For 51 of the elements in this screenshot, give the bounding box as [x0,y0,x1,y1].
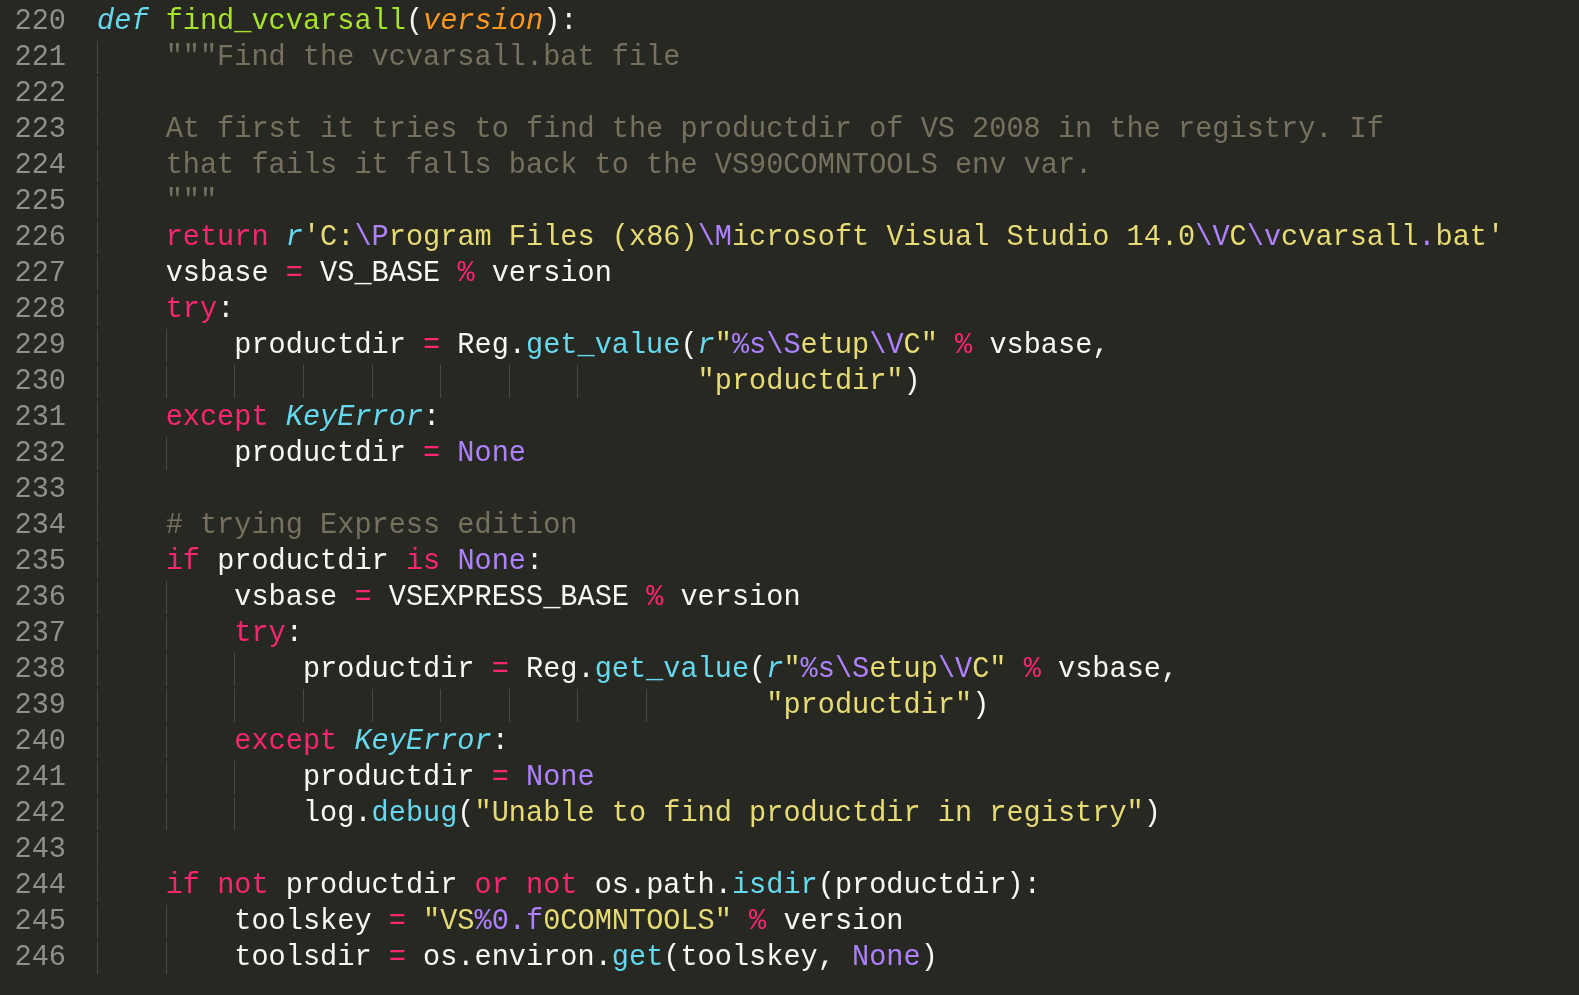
code-line: except KeyError: [97,400,441,436]
line-number: 242 [13,796,66,832]
line-number: 224 [13,148,66,184]
line-number: 223 [13,112,66,148]
line-number: 236 [13,580,66,616]
code-line: productdir = Reg.get_value(r"%s\Setup\VC" % vsbase, [97,328,1110,364]
code-line: vsbase = VSEXPRESS_BASE % version [97,580,801,616]
line-number: 232 [13,436,66,472]
code-line: "productdir") [97,688,990,724]
code-line: if not productdir or not os.path.isdir(productdir): [97,868,1041,904]
code-line: try: [97,616,303,652]
line-number: 227 [13,256,66,292]
code-line: productdir = None [97,760,595,796]
line-number: 225 [13,184,66,220]
code-line: log.debug("Unable to find productdir in registry") [97,796,1161,832]
code-line: except KeyError: [97,724,509,760]
code-line: toolskey = "VS%0.f0COMNTOOLS" % version [97,904,904,940]
code-line: if productdir is None: [97,544,544,580]
code-line: try: [97,292,235,328]
code-line: productdir = Reg.get_value(r"%s\Setup\VC" % vsbase, [97,652,1179,688]
line-number: 221 [13,40,66,76]
code-line: """ [97,184,218,220]
code-line: that fails it falls back to the VS90COMNTOOLS env var. [97,148,1093,184]
line-number: 243 [13,832,66,868]
code-line: # trying Express edition [97,508,578,544]
line-number: 235 [13,544,66,580]
line-number: 238 [13,652,66,688]
code-line: return r'C:\Program Files (x86)\Microsoft Visual Studio 14.0\VC\vcvarsall.bat' [97,220,1505,256]
line-number: 240 [13,724,66,760]
line-number: 246 [13,940,66,976]
line-number: 234 [13,508,66,544]
line-number: 229 [13,328,66,364]
line-number: 244 [13,868,66,904]
line-number: 222 [13,76,66,112]
code-line: vsbase = VS_BASE % version [97,256,612,292]
line-number: 230 [13,364,66,400]
line-number: 239 [13,688,66,724]
line-number: 228 [13,292,66,328]
code-line: """Find the vcvarsall.bat file [97,40,681,76]
line-number: 226 [13,220,66,256]
code-line: At first it tries to find the productdir of VS 2008 in the registry. If [97,112,1384,148]
line-number: 237 [13,616,66,652]
code-line: def find_vcvarsall(version): [97,4,578,40]
line-number: 220 [13,4,66,40]
line-number: 231 [13,400,66,436]
line-number: 245 [13,904,66,940]
code-line: toolsdir = os.environ.get(toolskey, None) [97,940,938,976]
code-line: productdir = None [97,436,526,472]
code-line: "productdir") [97,364,921,400]
line-number: 233 [13,472,66,508]
line-number: 241 [13,760,66,796]
